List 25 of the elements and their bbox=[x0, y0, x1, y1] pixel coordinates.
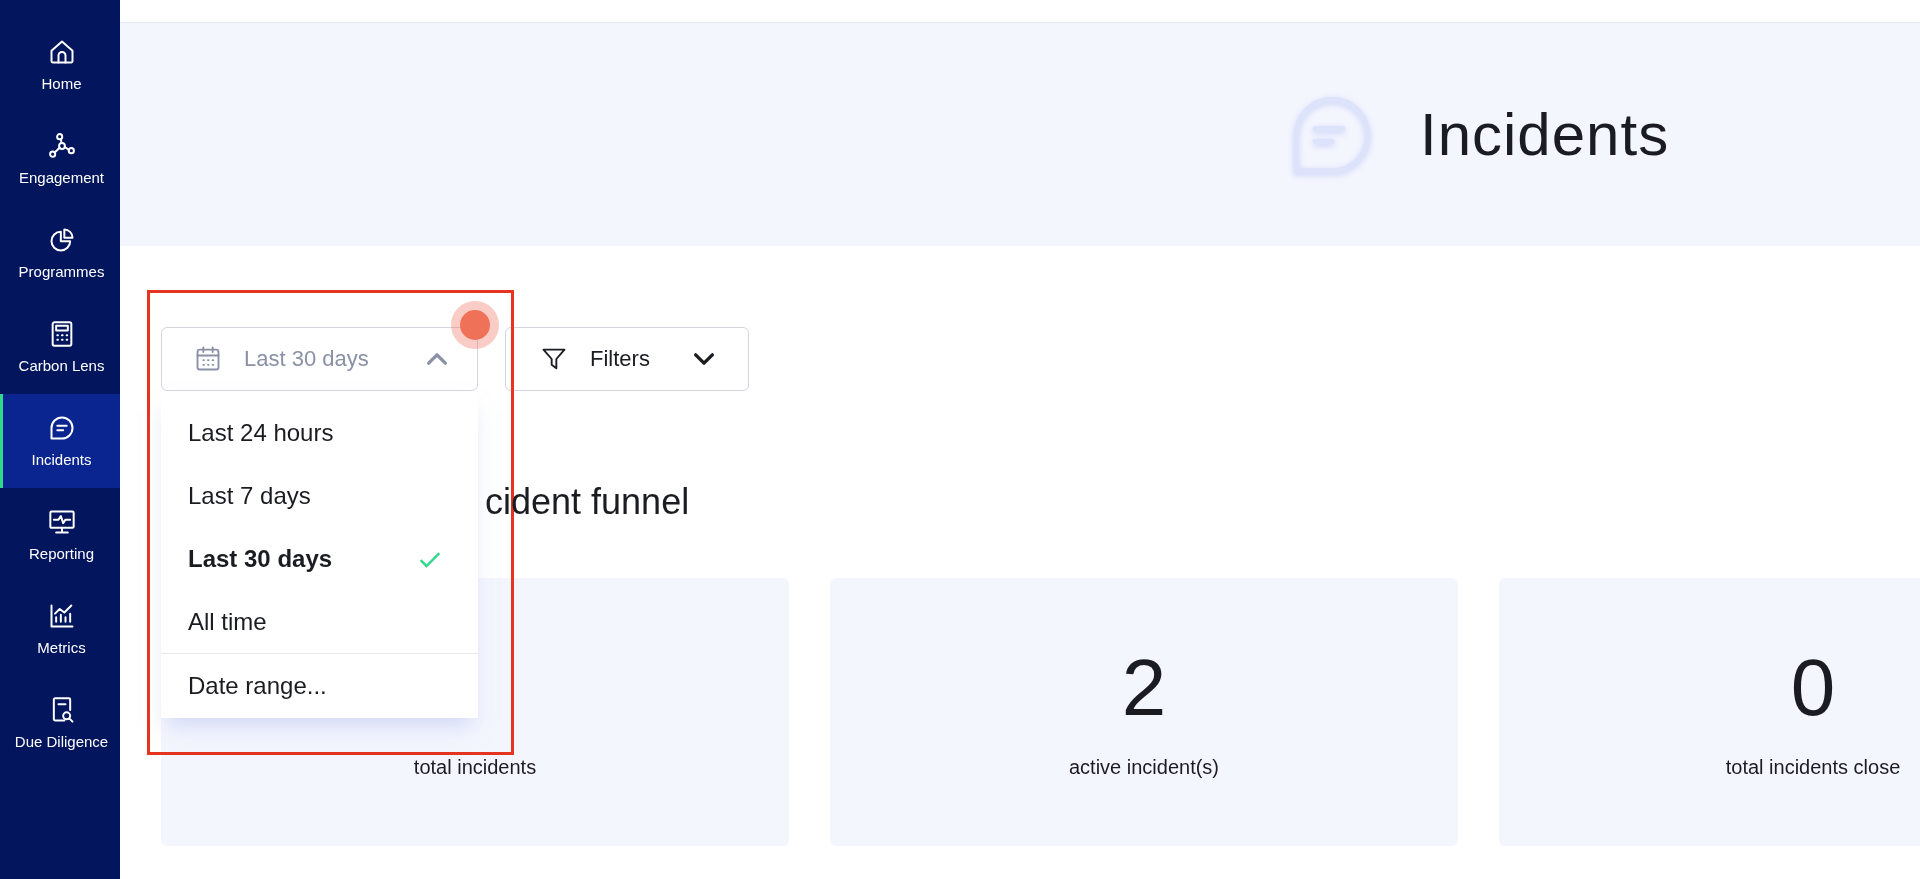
nav-item[interactable]: Carbon Lens bbox=[0, 300, 120, 394]
menu-option[interactable]: Last 7 days bbox=[161, 464, 478, 527]
nav-item[interactable]: Metrics bbox=[0, 582, 120, 676]
nav-item[interactable]: Programmes bbox=[0, 206, 120, 300]
nav-item[interactable]: Due Diligence bbox=[0, 676, 120, 770]
stat-label: total incidents bbox=[413, 756, 537, 779]
nav-item[interactable]: Engagement bbox=[0, 112, 120, 206]
monitor-icon bbox=[47, 508, 76, 536]
stat-value: 2 bbox=[1121, 648, 1167, 728]
stat-label: active incident(s) bbox=[1068, 756, 1220, 779]
menu-option[interactable]: Last 30 days bbox=[161, 527, 478, 590]
stat-label: total incidents close bbox=[1725, 756, 1901, 779]
calendar-icon bbox=[194, 345, 222, 373]
stat-value: 0 bbox=[1790, 648, 1836, 728]
nav-item[interactable]: Home bbox=[0, 18, 120, 112]
page-title: Incidents bbox=[1420, 100, 1670, 169]
caret-icon bbox=[427, 353, 447, 365]
nav-item[interactable]: Reporting bbox=[0, 488, 120, 582]
chevron-down-icon bbox=[694, 353, 714, 365]
menu-option[interactable]: All time bbox=[161, 590, 478, 653]
click-marker bbox=[460, 310, 490, 340]
nodes-icon bbox=[47, 132, 76, 160]
menu-option[interactable]: Last 24 hours bbox=[161, 401, 478, 464]
nav-item[interactable]: Incidents bbox=[0, 394, 120, 488]
filters-button[interactable]: Filters bbox=[505, 327, 749, 391]
